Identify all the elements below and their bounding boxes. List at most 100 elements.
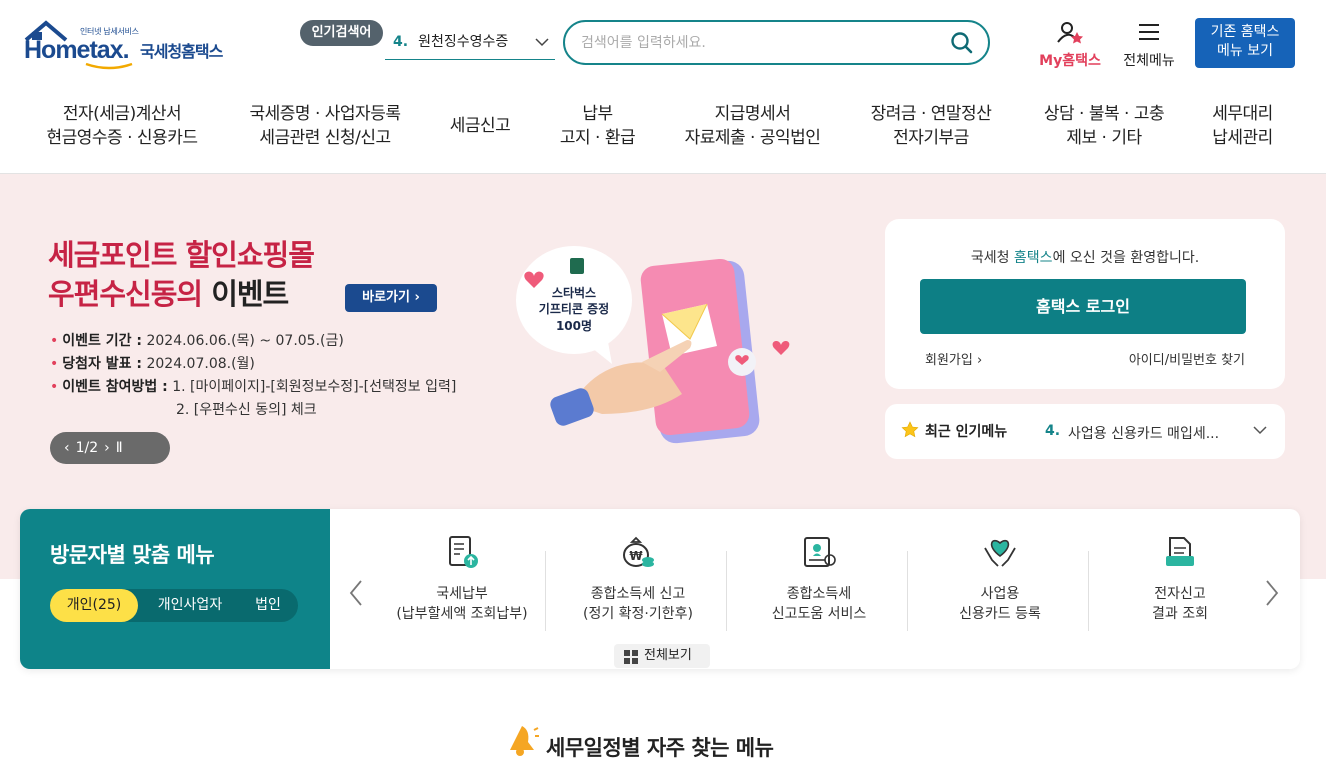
old-menu-line1: 기존 홈택스: [1210, 24, 1280, 40]
gnb-label: 납부: [582, 104, 613, 124]
welcome-post: 에 오신 것을 환영합니다.: [1052, 250, 1200, 266]
menu-e-filing-result[interactable]: 전자신고 결과 조회: [1090, 534, 1270, 624]
gnb-item-payment[interactable]: 납부고지 · 환급: [550, 102, 645, 150]
main-navigation: 전자(세금)계산서 현금영수증 · 신용카드 국세증명 · 사업자등록 세금관련 신…: [0, 92, 1326, 174]
event-title-line2-red: 우편수신동의: [48, 277, 203, 311]
divider: [1088, 551, 1089, 631]
event-title-line2-black: 이벤트: [202, 277, 289, 311]
popular-rank: 4.: [393, 34, 409, 50]
detail-label: 이벤트 기간 :: [62, 333, 143, 349]
star-icon: [901, 421, 919, 438]
gnb-label: 세무대리: [1212, 104, 1273, 124]
svg-text:₩: ₩: [629, 549, 643, 563]
gnb-label: 납세관리: [1212, 128, 1273, 148]
prev-arrow-icon[interactable]: [348, 579, 364, 614]
menu-label: 사업용: [980, 586, 1020, 602]
tab-corporation[interactable]: 법인: [242, 589, 294, 622]
page: 인터넷 납세서비스 Hometax. 국세청홈택스 인기검색어 4. 원천징수영수…: [0, 0, 1326, 775]
divider: [726, 551, 727, 631]
menu-sublabel: (납부할세액 조회납부): [396, 606, 528, 622]
visitor-tabs: 개인(25) 개인사업자 법인: [50, 589, 298, 622]
gnb-item-tax-report[interactable]: 세금신고: [440, 114, 520, 138]
all-menu-button[interactable]: 전체메뉴: [1118, 20, 1180, 70]
gnb-label: 전자기부금: [893, 128, 969, 148]
gnb-item-statement[interactable]: 지급명세서 자료제출 · 공익법인: [675, 102, 830, 150]
event-detail-row: • 이벤트 기간 : 2024.06.06.(목) ~ 07.05.(금): [50, 333, 344, 349]
view-all-button[interactable]: 전체보기: [614, 644, 710, 668]
gnb-label: 상담 · 불복 · 고충: [1043, 104, 1165, 124]
schedule-section-title: 세무일정별 자주 찾는 메뉴: [500, 718, 830, 760]
gnb-item-invoice[interactable]: 전자(세금)계산서 현금영수증 · 신용카드: [42, 102, 202, 150]
chevron-right-icon: ›: [414, 290, 420, 305]
logo-swoosh-icon: [85, 62, 133, 70]
gnb-item-incentive[interactable]: 장려금 · 연말정산 전자기부금: [860, 102, 1002, 150]
grid-icon: [624, 650, 638, 664]
menu-income-tax-report[interactable]: ₩ 종합소득세 신고 (정기 확정·기한후): [548, 534, 728, 624]
bubble-line2: 기프티콘 증정: [539, 301, 609, 316]
menu-sublabel: (정기 확정·기한후): [583, 606, 693, 622]
menu-sublabel: 결과 조회: [1152, 606, 1208, 622]
logo-brand: Hometax.: [24, 36, 130, 64]
pause-icon[interactable]: Ⅱ: [116, 432, 123, 464]
hometax-logo[interactable]: 인터넷 납세서비스 Hometax. 국세청홈택스: [22, 18, 237, 70]
bubble-line1: 스타벅스: [552, 285, 596, 300]
find-id-password-link[interactable]: 아이디/비밀번호 찾기: [1129, 349, 1245, 368]
banner-pager: ‹ 1/2 › Ⅱ: [50, 432, 170, 464]
detail-value: 1. [마이페이지]-[회원정보수정]-[선택정보 입력]: [172, 379, 457, 395]
menu-tax-payment[interactable]: 국세납부 (납부할세액 조회납부): [372, 534, 552, 624]
chevron-right-icon: ›: [976, 353, 983, 368]
popular-search-select[interactable]: 4. 원천징수영수증: [385, 26, 555, 60]
money-bag-icon: ₩: [623, 536, 654, 567]
visitor-menu-panel: 방문자별 맞춤 메뉴 개인(25) 개인사업자 법인: [20, 509, 330, 669]
gnb-label: 고지 · 환급: [559, 128, 636, 148]
divider: [907, 551, 908, 631]
join-link[interactable]: 회원가입 ›: [925, 349, 982, 368]
detail-value: 2024.06.06.(목) ~ 07.05.(금): [146, 333, 344, 349]
folder-document-icon: [1166, 537, 1194, 566]
join-label: 회원가입: [925, 353, 973, 368]
document-upload-icon: [449, 536, 478, 568]
tab-individual[interactable]: 개인(25): [50, 589, 138, 622]
event-go-label: 바로가기: [362, 290, 410, 305]
prev-icon[interactable]: ‹: [64, 432, 70, 464]
gnb-item-agent[interactable]: 세무대리납세관리: [1200, 102, 1285, 150]
gnb-item-counseling[interactable]: 상담 · 불복 · 고충제보 · 기타: [1030, 102, 1178, 150]
chevron-down-icon[interactable]: [1253, 423, 1267, 441]
gnb-label: 제보 · 기타: [1066, 128, 1142, 148]
recent-popular-menu[interactable]: 최근 인기메뉴 4. 사업용 신용카드 매입세...: [885, 404, 1285, 459]
next-icon[interactable]: ›: [104, 432, 110, 464]
logo-korean: 국세청홈택스: [140, 42, 223, 61]
menu-business-card-register[interactable]: 사업용 신용카드 등록: [910, 534, 1090, 624]
old-hometax-menu-button[interactable]: 기존 홈택스 메뉴 보기: [1195, 18, 1295, 68]
tab-sole-proprietor[interactable]: 개인사업자: [144, 589, 236, 622]
gnb-label: 세금신고: [449, 116, 511, 136]
search-input[interactable]: [581, 31, 921, 55]
gnb-label: 세금관련 신청/신고: [259, 128, 391, 148]
visitor-menu: 방문자별 맞춤 메뉴 개인(25) 개인사업자 법인 국세납부 (납부할세액 조…: [20, 509, 1300, 669]
event-detail-row: • 당첨자 발표 : 2024.07.08.(월): [50, 356, 255, 372]
hamburger-icon: [1139, 24, 1159, 40]
recent-text: 사업용 신용카드 매입세...: [1068, 426, 1220, 442]
recent-title: 최근 인기메뉴: [925, 424, 1008, 440]
guide-book-icon: [804, 537, 836, 567]
gnb-label: 지급명세서: [714, 104, 791, 124]
phone-hand-illustration: 스타벅스 기프티콘 증정 100명: [516, 246, 790, 444]
hands-heart-icon: [984, 539, 1016, 567]
my-hometax-link[interactable]: My홈택스: [1035, 20, 1105, 70]
divider: [545, 551, 546, 631]
menu-label: 국세납부: [436, 586, 488, 602]
event-go-button[interactable]: 바로가기 ›: [345, 284, 437, 312]
user-star-icon: [1057, 22, 1083, 44]
menu-income-tax-help[interactable]: 종합소득세 신고도움 서비스: [729, 534, 909, 624]
schedule-title-text: 세무일정별 자주 찾는 메뉴: [546, 736, 774, 760]
view-all-label: 전체보기: [644, 648, 692, 663]
menu-sublabel: 신용카드 등록: [959, 606, 1041, 622]
detail-value: 2024.07.08.(월): [146, 356, 255, 372]
bell-icon: [510, 726, 539, 756]
login-button[interactable]: 홈택스 로그인: [920, 279, 1246, 334]
gnb-item-certificate[interactable]: 국세증명 · 사업자등록 세금관련 신청/신고: [240, 102, 410, 150]
popular-term: 원천징수영수증: [418, 34, 509, 50]
all-menu-label: 전체메뉴: [1123, 53, 1175, 69]
menu-label: 전자신고: [1154, 586, 1206, 602]
search-icon[interactable]: [950, 31, 974, 59]
